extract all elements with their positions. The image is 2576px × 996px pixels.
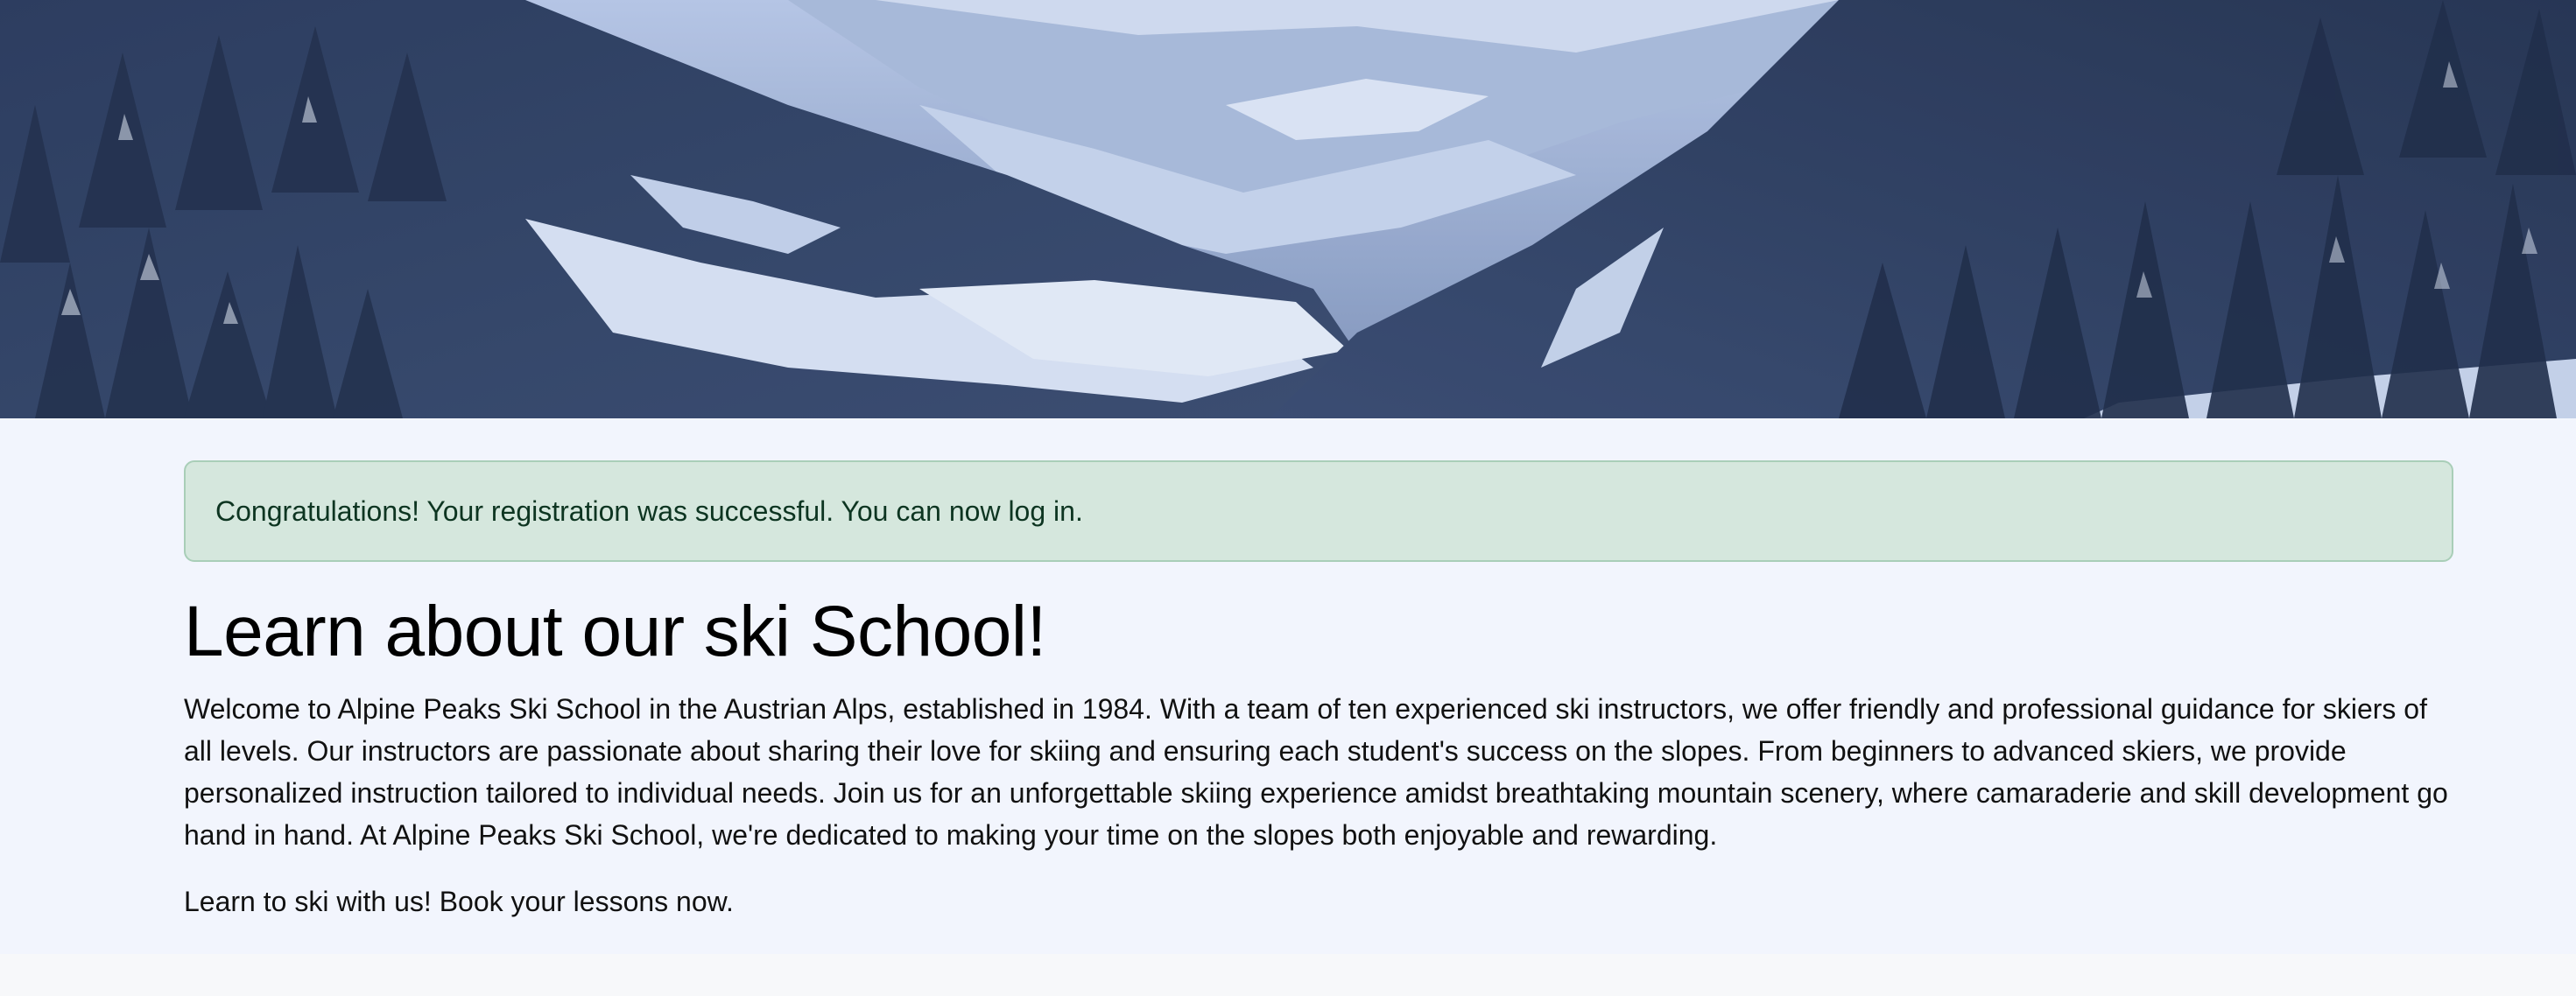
cta-text: Learn to ski with us! Book your lessons …	[184, 885, 734, 917]
success-alert: Congratulations! Your registration was s…	[184, 460, 2453, 562]
intro-paragraph: Welcome to Alpine Peaks Ski School in th…	[184, 692, 2448, 851]
content-container: Congratulations! Your registration was s…	[184, 460, 2453, 919]
mountain-hero-image	[0, 0, 2576, 418]
hero-banner	[0, 0, 2576, 418]
success-alert-message: Congratulations! Your registration was s…	[215, 494, 1083, 527]
page-title: Learn about our ski School!	[184, 592, 1046, 671]
content-section: Congratulations! Your registration was s…	[0, 418, 2576, 954]
